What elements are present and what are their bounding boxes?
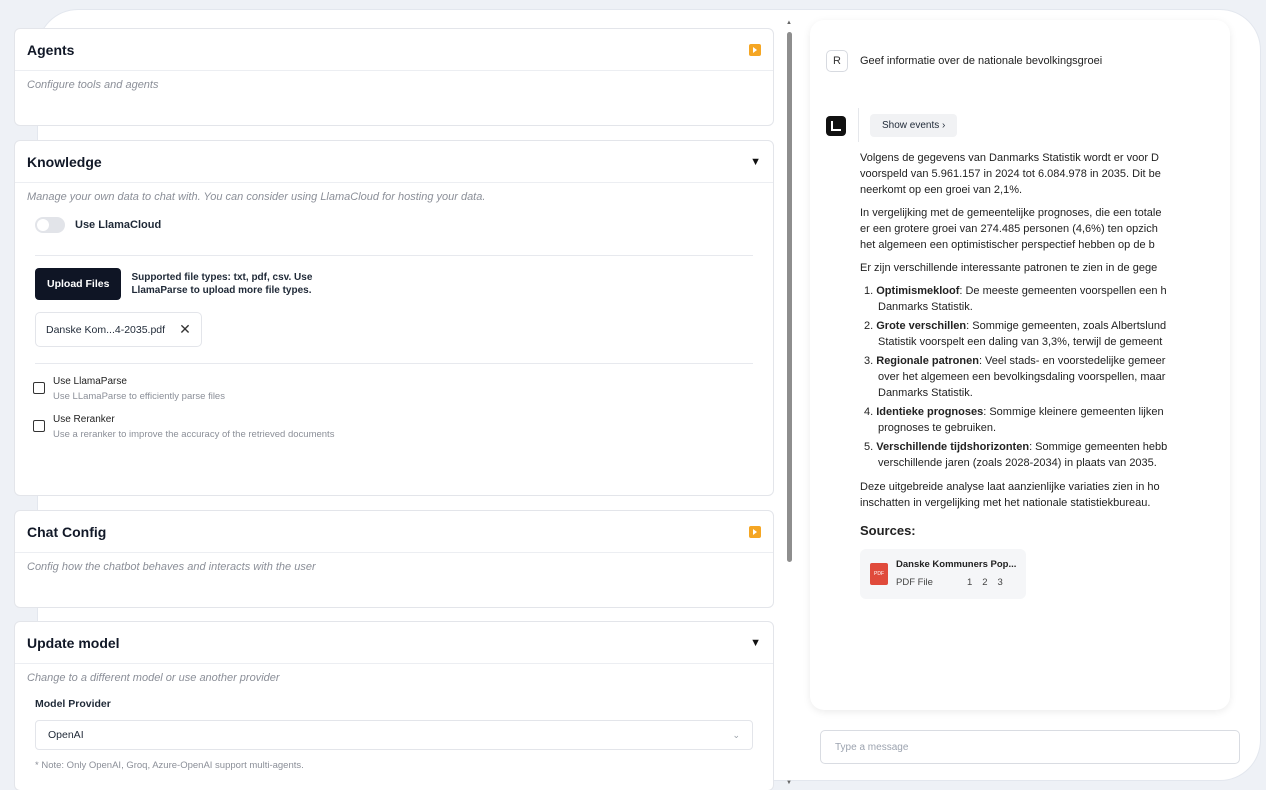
divider (35, 363, 753, 364)
knowledge-card: Knowledge ▼ Manage your own data to chat… (14, 140, 774, 496)
chat-config-header[interactable]: Chat Config (15, 511, 773, 553)
reranker-checkbox[interactable] (33, 420, 45, 432)
answer-line: Er zijn verschillende interessante patro… (860, 262, 1158, 274)
expand-icon[interactable] (749, 43, 761, 56)
model-provider-value: OpenAI (48, 729, 84, 741)
llamaparse-checkbox[interactable] (33, 382, 45, 394)
scroll-up-icon[interactable]: ▲ (786, 20, 792, 26)
chat-config-title: Chat Config (27, 523, 107, 540)
chat-panel: R Geef informatie over de nationale bevo… (810, 20, 1230, 710)
bot-avatar (826, 116, 846, 136)
reranker-label: Use Reranker (53, 414, 115, 425)
list-item: 4. Identieke prognoses: Sommige kleinere… (864, 406, 1164, 434)
answer-line: voorspeld van 5.961.157 in 2024 tot 6.08… (860, 168, 1161, 180)
answer-list: 1. Optimismekloof: De meeste gemeenten v… (860, 283, 1230, 471)
model-provider-select[interactable]: OpenAI ⌄ (35, 720, 753, 750)
file-name: Danske Kom...4-2035.pdf (46, 323, 166, 336)
chat-config-card: Chat Config Config how the chatbot behav… (14, 510, 774, 608)
pdf-file-icon: PDF (870, 563, 888, 585)
reranker-desc: Use a reranker to improve the accuracy o… (53, 429, 335, 440)
update-model-header[interactable]: Update model ▼ (15, 622, 773, 664)
answer-line: Deze uitgebreide analyse laat aanzienlij… (860, 481, 1160, 493)
update-model-title: Update model (27, 634, 120, 651)
multi-agent-note: * Note: Only OpenAI, Groq, Azure-OpenAI … (35, 760, 304, 771)
agents-title: Agents (27, 41, 75, 58)
upload-hint: Supported file types: txt, pdf, csv. Use… (131, 272, 313, 296)
list-item: 2. Grote verschillen: Sommige gemeenten,… (864, 320, 1167, 348)
answer-line: inschatten in vergelijking met het natio… (860, 497, 1151, 509)
collapse-icon[interactable]: ▼ (750, 637, 761, 649)
agents-header[interactable]: Agents (15, 29, 773, 71)
knowledge-title: Knowledge (27, 153, 102, 170)
llamaparse-desc: Use LLamaParse to efficiently parse file… (53, 391, 225, 402)
llamacloud-toggle[interactable] (35, 217, 65, 233)
show-events-button[interactable]: Show events › (870, 114, 958, 137)
model-provider-label: Model Provider (35, 698, 111, 710)
llamacloud-toggle-label: Use LlamaCloud (75, 219, 162, 231)
source-card[interactable]: PDF Danske Kommuners Pop... PDF File 1 2… (860, 549, 1027, 599)
answer-line: Volgens de gegevens van Danmarks Statist… (860, 152, 1159, 164)
list-item: 3. Regionale patronen: Veel stads- en vo… (864, 355, 1166, 399)
update-model-desc: Change to a different model or use anoth… (27, 672, 280, 684)
collapse-icon[interactable]: ▼ (750, 156, 761, 168)
agents-card: Agents Configure tools and agents (14, 28, 774, 126)
page-link[interactable]: 2 (982, 575, 987, 591)
answer-line: neerkomt op een groei van 2,1%. (860, 184, 1023, 196)
answer-line: er een grotere groei van 274.485 persone… (860, 223, 1158, 235)
agents-desc: Configure tools and agents (27, 79, 159, 91)
chevron-down-icon: ⌄ (732, 729, 740, 740)
list-item: 1. Optimismekloof: De meeste gemeenten v… (864, 285, 1167, 313)
divider (858, 108, 859, 142)
llamaparse-label: Use LlamaParse (53, 376, 127, 387)
list-item: 5. Verschillende tijdshorizonten: Sommig… (864, 441, 1168, 469)
answer-line: In vergelijking met de gemeentelijke pro… (860, 207, 1162, 219)
vertical-scrollbar[interactable]: ▲ ▼ (785, 20, 793, 790)
source-type: PDF File (896, 577, 933, 588)
uploaded-file-chip: Danske Kom...4-2035.pdf ✕ (35, 312, 202, 347)
user-avatar: R (826, 50, 848, 72)
remove-file-icon[interactable]: ✕ (179, 321, 191, 338)
scrollbar-thumb[interactable] (787, 32, 792, 562)
chat-config-desc: Config how the chatbot behaves and inter… (27, 561, 316, 573)
assistant-message: Volgens de gegevens van Danmarks Statist… (860, 150, 1230, 599)
page-link[interactable]: 3 (998, 575, 1003, 591)
message-input[interactable]: Type a message (820, 730, 1240, 764)
source-name: Danske Kommuners Pop... (896, 559, 1017, 570)
update-model-card: Update model ▼ Change to a different mod… (14, 621, 774, 790)
settings-panel: Agents Configure tools and agents Knowle… (14, 18, 774, 790)
upload-files-button[interactable]: Upload Files (35, 268, 122, 300)
expand-icon[interactable] (749, 525, 761, 538)
knowledge-header[interactable]: Knowledge ▼ (15, 141, 773, 183)
answer-line: het algemeen een optimistischer perspect… (860, 239, 1155, 251)
scroll-down-icon[interactable]: ▼ (786, 780, 792, 786)
user-message: Geef informatie over de nationale bevolk… (860, 55, 1103, 67)
knowledge-desc: Manage your own data to chat with. You c… (27, 191, 486, 203)
sources-title: Sources: (860, 523, 916, 538)
page-link[interactable]: 1 (967, 575, 972, 591)
